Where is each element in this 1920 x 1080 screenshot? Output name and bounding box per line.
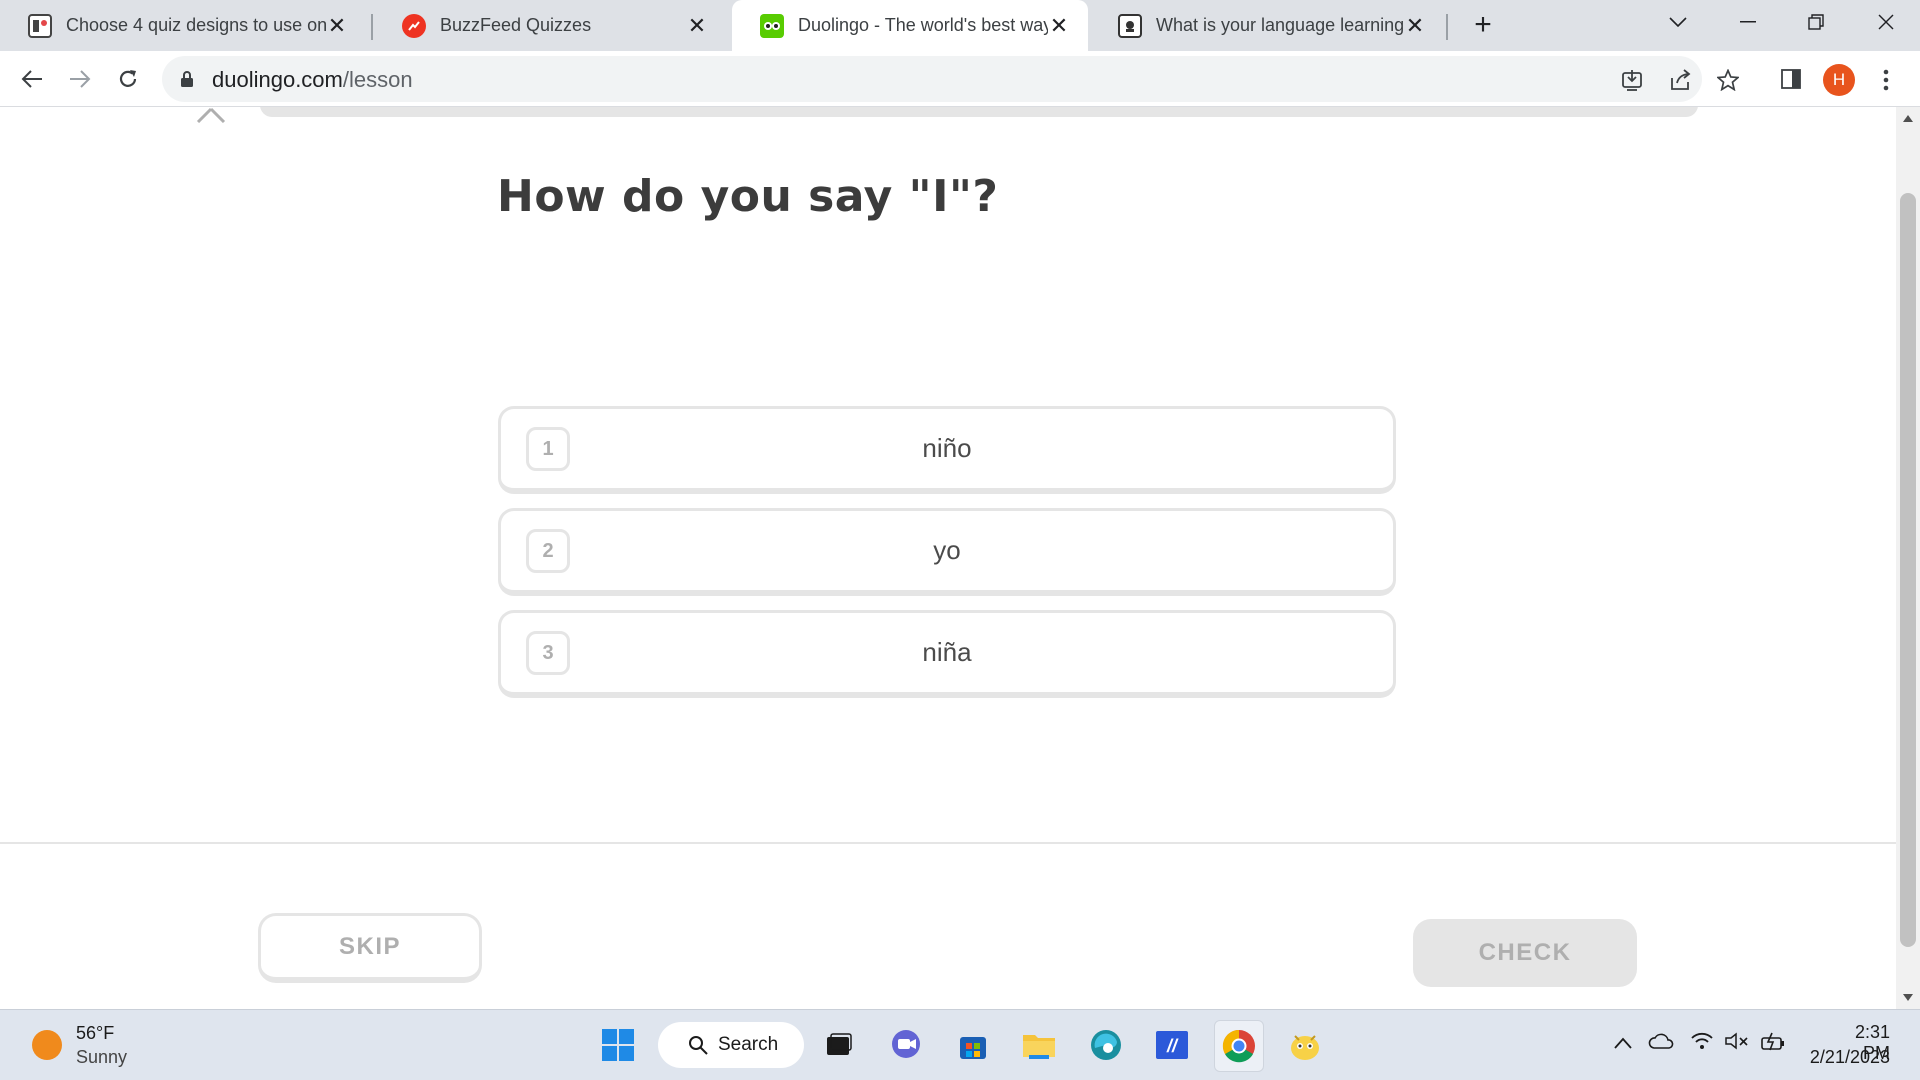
- taskbar-search-label: Search: [718, 1034, 779, 1055]
- weather-condition[interactable]: Sunny: [76, 1047, 127, 1068]
- lesson-page: How do you say "I"? 1 niño 2 yo 3 niña S…: [0, 107, 1896, 1009]
- new-tab-button[interactable]: +: [1466, 8, 1500, 42]
- mascot-app-icon[interactable]: [1284, 1024, 1326, 1066]
- tab-title: BuzzFeed Quizzes: [440, 15, 592, 35]
- page-scrollbar[interactable]: [1896, 107, 1920, 1009]
- battery-charging-icon[interactable]: [1760, 1032, 1786, 1058]
- tab-separator: [1446, 14, 1448, 40]
- tab-separator: [371, 14, 373, 40]
- wifi-icon[interactable]: [1690, 1032, 1714, 1056]
- scroll-up-arrow-icon[interactable]: [1903, 115, 1913, 122]
- sun-weather-icon[interactable]: [32, 1030, 62, 1060]
- close-tab-icon[interactable]: ✕: [1404, 13, 1426, 38]
- search-icon: [689, 1036, 708, 1055]
- tab-duolingo[interactable]: Duolingo - The world's best way ✕: [732, 0, 1088, 51]
- url-text: duolingo.com/lesson: [212, 67, 413, 92]
- tab-buzzfeed-quizzes[interactable]: BuzzFeed Quizzes ✕: [374, 0, 726, 51]
- address-bar[interactable]: duolingo.com/lesson: [162, 56, 1739, 102]
- footer-divider: [0, 842, 1896, 844]
- answer-choice-1[interactable]: 1 niño: [498, 406, 1396, 494]
- tab-search-chevron-icon[interactable]: [1646, 0, 1710, 44]
- tab-title: Duolingo - The world's best way: [798, 15, 1048, 35]
- side-panel-icon[interactable]: [1777, 65, 1805, 93]
- onedrive-cloud-icon[interactable]: [1648, 1032, 1674, 1055]
- restore-window-icon[interactable]: [1784, 0, 1848, 44]
- answer-choice-2[interactable]: 2 yo: [498, 508, 1396, 596]
- forward-arrow-icon[interactable]: [60, 59, 100, 99]
- tab-quiz-designs[interactable]: Choose 4 quiz designs to use on ✕: [0, 0, 366, 51]
- volume-muted-icon[interactable]: [1724, 1032, 1750, 1056]
- windows-start-icon[interactable]: [597, 1024, 639, 1066]
- skip-button[interactable]: SKIP: [258, 913, 482, 983]
- browser-tab-strip: Choose 4 quiz designs to use on ✕ BuzzFe…: [0, 0, 1920, 51]
- close-tab-icon[interactable]: ✕: [686, 13, 708, 38]
- tab-title: What is your language learning s: [1156, 15, 1404, 35]
- duolingo-favicon-icon: [760, 13, 784, 38]
- taskbar-clock-date[interactable]: 2/21/2023: [1806, 1047, 1890, 1068]
- reload-icon[interactable]: [108, 59, 148, 99]
- browser-toolbar: duolingo.com/lesson H: [0, 51, 1920, 107]
- taskbar-search-box[interactable]: Search: [658, 1022, 804, 1068]
- file-explorer-icon[interactable]: [1018, 1024, 1060, 1066]
- back-arrow-icon[interactable]: [12, 59, 52, 99]
- chrome-browser-icon[interactable]: [1214, 1020, 1264, 1072]
- lock-icon: [181, 71, 193, 87]
- windows-taskbar: 56°F Sunny Search // 2:31 PM 2/21/2023: [0, 1009, 1920, 1080]
- scrollbar-thumb[interactable]: [1900, 193, 1916, 947]
- microsoft-store-icon[interactable]: [952, 1024, 994, 1066]
- question-prompt: How do you say "I"?: [497, 171, 999, 222]
- choice-text: yo: [933, 535, 961, 565]
- scroll-down-arrow-icon[interactable]: [1903, 994, 1913, 1001]
- close-tab-icon[interactable]: ✕: [1048, 13, 1070, 38]
- buzzfeed-favicon-icon: [402, 13, 426, 38]
- close-lesson-icon[interactable]: [196, 107, 226, 124]
- edge-browser-icon[interactable]: [1085, 1024, 1127, 1066]
- close-tab-icon[interactable]: ✕: [326, 13, 348, 38]
- tab-language-learning-quiz[interactable]: What is your language learning s ✕: [1090, 0, 1444, 51]
- weather-temperature[interactable]: 56°F: [76, 1023, 114, 1044]
- browser-menu-icon[interactable]: [1874, 63, 1898, 97]
- check-button[interactable]: CHECK: [1413, 919, 1637, 987]
- show-hidden-icons-chevron-icon[interactable]: [1614, 1032, 1632, 1055]
- tab-title: Choose 4 quiz designs to use on: [66, 15, 326, 35]
- teams-chat-icon[interactable]: [886, 1024, 928, 1066]
- bookmark-star-icon[interactable]: [1714, 66, 1742, 94]
- visual-studio-app-icon[interactable]: //: [1151, 1024, 1193, 1066]
- task-view-icon[interactable]: [818, 1024, 860, 1066]
- profile-avatar[interactable]: H: [1823, 64, 1855, 96]
- quiz-design-favicon-icon: [28, 13, 52, 38]
- install-app-icon[interactable]: [1618, 66, 1646, 94]
- share-icon[interactable]: [1666, 66, 1694, 94]
- choice-text: niña: [922, 637, 972, 667]
- quiz-favicon-icon: [1118, 13, 1142, 38]
- minimize-window-icon[interactable]: [1716, 0, 1780, 44]
- lesson-progress-bar: [260, 107, 1698, 117]
- choice-text: niño: [922, 433, 972, 463]
- close-window-icon[interactable]: [1854, 0, 1918, 44]
- answer-choice-3[interactable]: 3 niña: [498, 610, 1396, 698]
